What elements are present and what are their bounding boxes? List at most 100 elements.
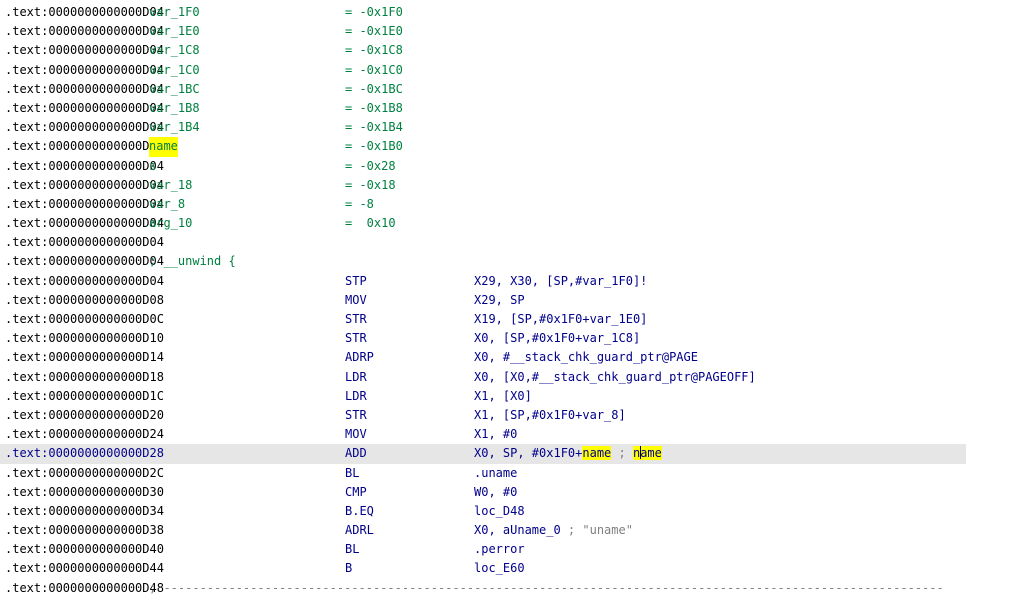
instruction-line[interactable]: .text:0000000000000D34 B.EQ loc_D48: [0, 502, 1021, 521]
mnemonic[interactable]: ADRP: [345, 348, 374, 367]
mnemonic[interactable]: ADD: [345, 444, 367, 463]
line-address[interactable]: .text:0000000000000D34: [5, 502, 164, 521]
stack-var-line[interactable]: .text:0000000000000D04 name = -0x1B0: [0, 137, 1021, 157]
operands[interactable]: X29, SP: [474, 291, 525, 310]
instruction-line[interactable]: .text:0000000000000D18 LDR X0, [X0,#__stac…: [0, 368, 1021, 387]
operand-text[interactable]: X0, [X0,#__stack_chk_guard_ptr@PAGEOFF]: [474, 370, 756, 384]
instruction-line-selected[interactable]: .text:0000000000000D28 ADD X0, SP, #0x1F0+…: [0, 444, 1021, 464]
instruction-line[interactable]: .text:0000000000000D24 MOV X1, #0: [0, 425, 1021, 444]
instruction-line[interactable]: .text:0000000000000D40 BL .perror: [0, 540, 1021, 559]
instruction-line[interactable]: .text:0000000000000D30 CMP W0, #0: [0, 483, 1021, 502]
mnemonic[interactable]: STR: [345, 406, 367, 425]
line-address[interactable]: .text:0000000000000D04: [5, 61, 164, 80]
line-address[interactable]: .text:0000000000000D40: [5, 540, 164, 559]
operand-text[interactable]: X1, #0: [474, 427, 517, 441]
operand-text[interactable]: loc_D48: [474, 504, 525, 518]
mnemonic[interactable]: MOV: [345, 425, 367, 444]
stack-var-line[interactable]: .text:0000000000000D04 var_1B8 = -0x1B8: [0, 99, 1021, 118]
line-address[interactable]: .text:0000000000000D1C: [5, 387, 164, 406]
var-name[interactable]: var_18: [149, 176, 192, 195]
var-name[interactable]: var_1F0: [149, 3, 200, 22]
line-address[interactable]: .text:0000000000000D04: [5, 137, 164, 156]
mnemonic[interactable]: BL: [345, 464, 359, 483]
stack-var-line[interactable]: .text:0000000000000D04 var_1B4 = -0x1B4: [0, 118, 1021, 137]
line-address[interactable]: .text:0000000000000D38: [5, 521, 164, 540]
var-name[interactable]: name: [149, 137, 178, 157]
operand-text[interactable]: X29, SP: [474, 293, 525, 307]
instruction-line[interactable]: .text:0000000000000D44 Bloc_E60: [0, 559, 1021, 578]
operand-text[interactable]: X19, [SP,#0x1F0+var_1E0]: [474, 312, 647, 326]
operand-symbol-highlight[interactable]: name: [582, 446, 612, 461]
stack-var-line[interactable]: .text:0000000000000D04 var_1C8 = -0x1C8: [0, 41, 1021, 60]
operands[interactable]: X1, #0: [474, 425, 517, 444]
line-address[interactable]: .text:0000000000000D04: [5, 272, 164, 291]
line-address[interactable]: .text:0000000000000D04: [5, 252, 164, 271]
var-name[interactable]: var_1B8: [149, 99, 200, 118]
line-address[interactable]: .text:0000000000000D08: [5, 291, 164, 310]
instruction-line[interactable]: .text:0000000000000D0C STR X19, [SP,#0x1F0…: [0, 310, 1021, 329]
mnemonic[interactable]: CMP: [345, 483, 367, 502]
line-address[interactable]: .text:0000000000000D28: [5, 444, 164, 463]
line-address[interactable]: .text:0000000000000D2C: [5, 464, 164, 483]
operands[interactable]: X1, [X0]: [474, 387, 532, 406]
line-address[interactable]: .text:0000000000000D18: [5, 368, 164, 387]
line-address[interactable]: .text:0000000000000D04: [5, 99, 164, 118]
stack-var-line[interactable]: .text:0000000000000D04 arg_10 = 0x10: [0, 214, 1021, 233]
operand-text[interactable]: X1, [SP,#0x1F0+var_8]: [474, 408, 626, 422]
operands[interactable]: X0, [SP,#0x1F0+var_1C8]: [474, 329, 640, 348]
operand-text[interactable]: loc_E60: [474, 561, 525, 575]
operands[interactable]: X29, X30, [SP,#var_1F0]!: [474, 272, 647, 291]
mnemonic[interactable]: LDR: [345, 387, 367, 406]
mnemonic[interactable]: B.EQ: [345, 502, 374, 521]
mnemonic[interactable]: LDR: [345, 368, 367, 387]
separator-line[interactable]: .text:0000000000000D48; ----------------…: [0, 579, 1021, 598]
operands[interactable]: loc_E60: [474, 559, 525, 578]
operand-text[interactable]: X1, [X0]: [474, 389, 532, 403]
operands[interactable]: W0, #0: [474, 483, 517, 502]
mnemonic[interactable]: ADRL: [345, 521, 374, 540]
line-address[interactable]: .text:0000000000000D04: [5, 195, 164, 214]
line-address[interactable]: .text:0000000000000D04: [5, 157, 164, 176]
stack-var-line[interactable]: .text:0000000000000D04 var_1F0 = -0x1F0: [0, 3, 1021, 22]
instruction-line[interactable]: .text:0000000000000D38 ADRL X0, aUname_0 ;…: [0, 521, 1021, 540]
line-address[interactable]: .text:0000000000000D0C: [5, 310, 164, 329]
var-name[interactable]: var_1BC: [149, 80, 200, 99]
disassembly-listing[interactable]: .text:0000000000000D04 var_1F0 = -0x1F0 .te…: [0, 0, 1021, 598]
line-address[interactable]: .text:0000000000000D04: [5, 22, 164, 41]
operands[interactable]: X19, [SP,#0x1F0+var_1E0]: [474, 310, 647, 329]
operand-text[interactable]: X0, [SP,#0x1F0+var_1C8]: [474, 331, 640, 345]
operand-text[interactable]: X29, X30, [SP,#var_1F0]!: [474, 274, 647, 288]
line-address[interactable]: .text:0000000000000D30: [5, 483, 164, 502]
mnemonic[interactable]: STR: [345, 329, 367, 348]
blank-line[interactable]: .text:0000000000000D04: [0, 233, 1021, 252]
line-address[interactable]: .text:0000000000000D04: [5, 41, 164, 60]
var-name[interactable]: arg_10: [149, 214, 192, 233]
operand-text[interactable]: .uname: [474, 466, 517, 480]
mnemonic[interactable]: STP: [345, 272, 367, 291]
mnemonic[interactable]: B: [345, 559, 352, 578]
var-name[interactable]: var_8: [149, 195, 185, 214]
instruction-line[interactable]: .text:0000000000000D14 ADRP X0, #__stack_c…: [0, 348, 1021, 367]
line-address[interactable]: .text:0000000000000D04: [5, 118, 164, 137]
operand-text[interactable]: .perror: [474, 542, 525, 556]
stack-var-line[interactable]: .text:0000000000000D04 var_1BC = -0x1BC: [0, 80, 1021, 99]
stack-var-line[interactable]: .text:0000000000000D04 var_1E0 = -0x1E0: [0, 22, 1021, 41]
line-address[interactable]: .text:0000000000000D48: [5, 579, 164, 598]
mnemonic[interactable]: BL: [345, 540, 359, 559]
instruction-line[interactable]: .text:0000000000000D10 STR X0, [SP,#0x1F0+…: [0, 329, 1021, 348]
operands[interactable]: X0, SP, #0x1F0+name ; name: [474, 444, 662, 463]
line-address[interactable]: .text:0000000000000D10: [5, 329, 164, 348]
var-name[interactable]: var_1C8: [149, 41, 200, 60]
operand-text[interactable]: X0, SP, #0x1F0+: [474, 446, 582, 460]
instruction-line[interactable]: .text:0000000000000D1C LDR X1, [X0]: [0, 387, 1021, 406]
instruction-line[interactable]: .text:0000000000000D08 MOV X29, SP: [0, 291, 1021, 310]
operands[interactable]: X1, [SP,#0x1F0+var_8]: [474, 406, 626, 425]
var-name[interactable]: var_1E0: [149, 22, 200, 41]
stack-var-line[interactable]: .text:0000000000000D04 s = -0x28: [0, 157, 1021, 176]
line-address[interactable]: .text:0000000000000D20: [5, 406, 164, 425]
instruction-line[interactable]: .text:0000000000000D20 STR X1, [SP,#0x1F0+…: [0, 406, 1021, 425]
operands[interactable]: .uname: [474, 464, 517, 483]
mnemonic[interactable]: STR: [345, 310, 367, 329]
line-address[interactable]: .text:0000000000000D24: [5, 425, 164, 444]
instruction-line[interactable]: .text:0000000000000D04 STP X29, X30, [SP,#…: [0, 272, 1021, 291]
